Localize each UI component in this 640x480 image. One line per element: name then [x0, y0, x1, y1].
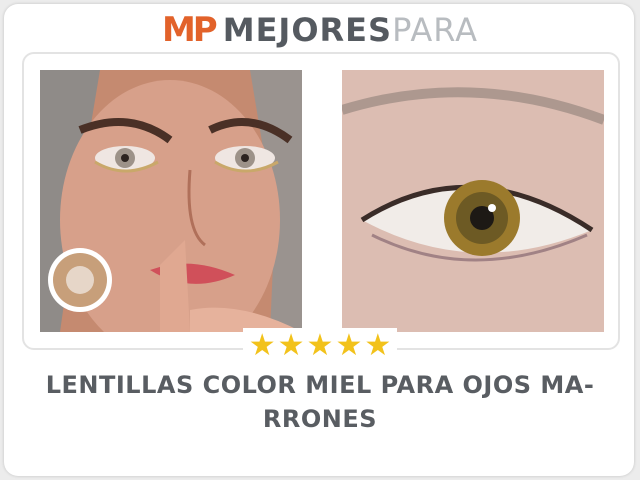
product-photo-eye[interactable]: [342, 70, 604, 332]
product-photo-model[interactable]: [40, 70, 302, 332]
product-title-line-2: RRONES: [262, 405, 378, 433]
star-icon: ★: [335, 328, 363, 363]
brand-name[interactable]: MEJORES: [223, 11, 392, 49]
model-illustration: [40, 70, 302, 332]
star-icon: ★: [364, 328, 392, 363]
star-icon: ★: [306, 328, 334, 363]
star-icon: ★: [248, 328, 276, 363]
brand-name-suffix: PARA: [392, 11, 479, 49]
eye-illustration: [342, 70, 604, 332]
star-icon: ★: [277, 328, 305, 363]
site-header: MP MEJORES PARA: [0, 10, 640, 50]
logo-mark[interactable]: MP: [162, 10, 218, 50]
rating-stars: ★ ★ ★ ★ ★: [0, 328, 640, 364]
product-title-line-1: LENTILLAS COLOR MIEL PARA OJOS MA-: [45, 371, 595, 399]
product-title[interactable]: LENTILLAS COLOR MIEL PARA OJOS MA- RRONE…: [30, 368, 610, 436]
